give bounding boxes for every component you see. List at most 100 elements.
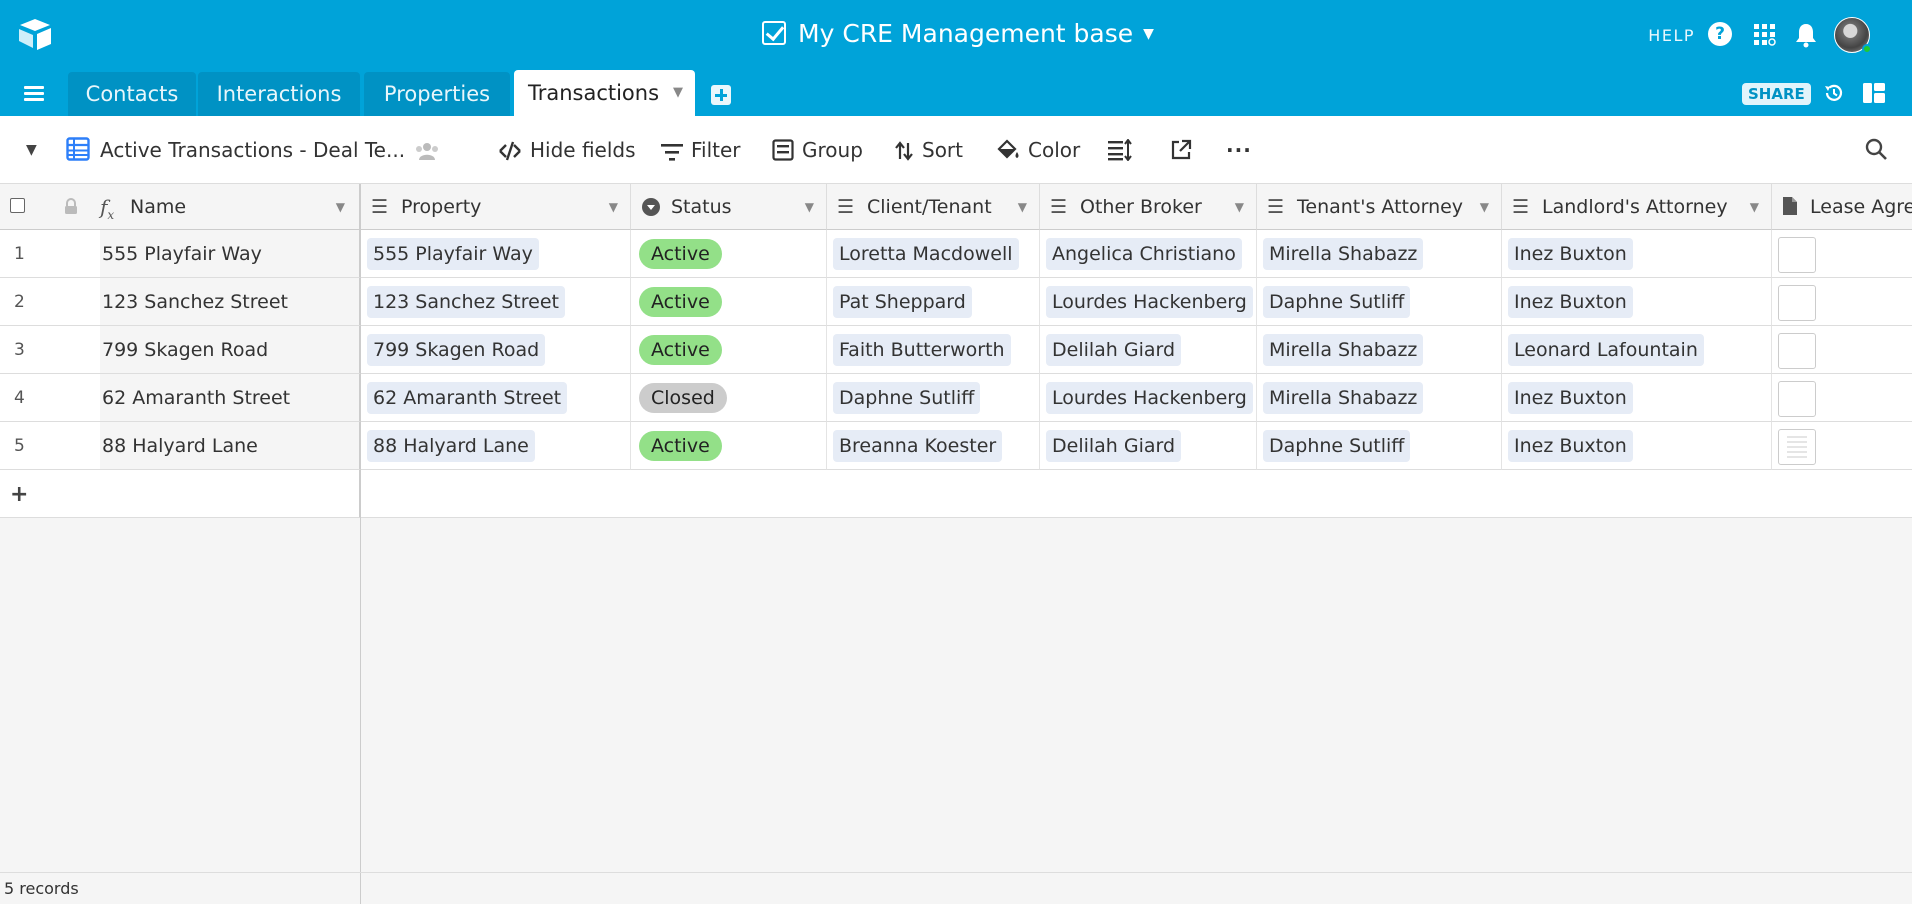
other-broker-cell[interactable]: Delilah Giard bbox=[1040, 326, 1257, 374]
linked-record-chip[interactable]: 123 Sanchez Street bbox=[367, 286, 565, 318]
header-landlords-attorney-column[interactable]: ☰ Landlord's Attorney ▼ bbox=[1502, 184, 1772, 230]
header-other-broker-column[interactable]: ☰ Other Broker ▼ bbox=[1040, 184, 1257, 230]
tenants-attorney-cell[interactable]: Mirella Shabazz bbox=[1257, 326, 1502, 374]
linked-record-chip[interactable]: Delilah Giard bbox=[1046, 334, 1182, 366]
chevron-down-icon[interactable]: ▼ bbox=[1018, 184, 1027, 229]
linked-record-chip[interactable]: Leonard Lafountain bbox=[1508, 334, 1704, 366]
linked-record-chip[interactable]: 62 Amaranth Street bbox=[367, 382, 568, 414]
chevron-down-icon[interactable]: ▼ bbox=[1750, 184, 1759, 229]
client-tenant-cell[interactable]: Breanna Koester bbox=[827, 422, 1040, 470]
status-cell[interactable]: Active bbox=[631, 230, 827, 278]
linked-record-chip[interactable]: 88 Halyard Lane bbox=[367, 430, 535, 462]
hide-fields-button[interactable]: Hide fields bbox=[498, 116, 636, 184]
status-cell[interactable]: Closed bbox=[631, 374, 827, 422]
hamburger-menu-icon[interactable] bbox=[24, 86, 44, 101]
name-cell[interactable]: 555 Playfair Way bbox=[0, 230, 361, 278]
linked-record-chip[interactable]: Inez Buxton bbox=[1508, 430, 1633, 462]
other-broker-cell[interactable]: Lourdes Hackenberg bbox=[1040, 374, 1257, 422]
share-button[interactable]: SHARE bbox=[1742, 83, 1811, 105]
landlords-attorney-cell[interactable]: Leonard Lafountain bbox=[1502, 326, 1772, 374]
linked-record-chip[interactable]: Mirella Shabazz bbox=[1263, 334, 1424, 366]
tenants-attorney-cell[interactable]: Daphne Sutliff bbox=[1257, 278, 1502, 326]
tab-contacts[interactable]: Contacts bbox=[68, 72, 196, 116]
lease-agreement-cell[interactable] bbox=[1772, 230, 1916, 278]
attachment-thumbnail[interactable] bbox=[1778, 237, 1816, 273]
property-cell[interactable]: 62 Amaranth Street bbox=[361, 374, 631, 422]
status-cell[interactable]: Active bbox=[631, 326, 827, 374]
property-cell[interactable]: 88 Halyard Lane bbox=[361, 422, 631, 470]
tenants-attorney-cell[interactable]: Mirella Shabazz bbox=[1257, 374, 1502, 422]
view-switcher-chevron-icon[interactable]: ▼ bbox=[26, 116, 37, 184]
tenants-attorney-cell[interactable]: Daphne Sutliff bbox=[1257, 422, 1502, 470]
chevron-down-icon[interactable]: ▼ bbox=[805, 184, 814, 229]
landlords-attorney-cell[interactable]: Inez Buxton bbox=[1502, 422, 1772, 470]
header-lease-agreement-column[interactable]: Lease Agree bbox=[1772, 184, 1916, 230]
linked-record-chip[interactable]: Daphne Sutliff bbox=[1263, 286, 1411, 318]
row-height-button[interactable] bbox=[1108, 116, 1132, 184]
document-thumbnail[interactable] bbox=[1778, 429, 1816, 465]
linked-record-chip[interactable]: Inez Buxton bbox=[1508, 382, 1633, 414]
header-tenants-attorney-column[interactable]: ☰ Tenant's Attorney ▼ bbox=[1257, 184, 1502, 230]
lease-agreement-cell[interactable] bbox=[1772, 422, 1916, 470]
linked-record-chip[interactable]: Angelica Christiano bbox=[1046, 238, 1242, 270]
chevron-down-icon[interactable]: ▼ bbox=[609, 184, 618, 229]
property-cell[interactable]: 123 Sanchez Street bbox=[361, 278, 631, 326]
add-table-icon[interactable] bbox=[711, 85, 731, 105]
linked-record-chip[interactable]: Daphne Sutliff bbox=[833, 382, 981, 414]
linked-record-chip[interactable]: Daphne Sutliff bbox=[1263, 430, 1411, 462]
other-broker-cell[interactable]: Lourdes Hackenberg bbox=[1040, 278, 1257, 326]
client-tenant-cell[interactable]: Loretta Macdowell bbox=[827, 230, 1040, 278]
tab-transactions[interactable]: Transactions ▼ bbox=[514, 70, 695, 116]
share-view-button[interactable] bbox=[1170, 116, 1192, 184]
color-button[interactable]: Color bbox=[996, 116, 1080, 184]
apps-search-icon[interactable] bbox=[1754, 24, 1776, 46]
status-cell[interactable]: Active bbox=[631, 278, 827, 326]
help-link[interactable]: HELP bbox=[1648, 26, 1695, 45]
linked-record-chip[interactable]: Breanna Koester bbox=[833, 430, 1003, 462]
linked-record-chip[interactable]: Mirella Shabazz bbox=[1263, 238, 1424, 270]
more-options-button[interactable]: ··· bbox=[1226, 116, 1252, 184]
attachment-thumbnail[interactable] bbox=[1778, 333, 1816, 369]
linked-record-chip[interactable]: Inez Buxton bbox=[1508, 238, 1633, 270]
other-broker-cell[interactable]: Delilah Giard bbox=[1040, 422, 1257, 470]
lease-agreement-cell[interactable] bbox=[1772, 374, 1916, 422]
group-button[interactable]: Group bbox=[772, 116, 863, 184]
client-tenant-cell[interactable]: Daphne Sutliff bbox=[827, 374, 1040, 422]
tab-properties[interactable]: Properties bbox=[364, 72, 510, 116]
select-all-checkbox[interactable] bbox=[10, 198, 25, 213]
search-button[interactable] bbox=[1864, 116, 1888, 184]
sort-button[interactable]: Sort bbox=[894, 116, 963, 184]
chevron-down-icon[interactable]: ▼ bbox=[1235, 184, 1244, 229]
attachment-thumbnail[interactable] bbox=[1778, 285, 1816, 321]
chevron-down-icon[interactable]: ▼ bbox=[673, 70, 683, 116]
name-cell[interactable]: 62 Amaranth Street bbox=[0, 374, 361, 422]
linked-record-chip[interactable]: Pat Sheppard bbox=[833, 286, 972, 318]
linked-record-chip[interactable]: Loretta Macdowell bbox=[833, 238, 1019, 270]
chevron-down-icon[interactable]: ▼ bbox=[336, 184, 345, 229]
header-client-tenant-column[interactable]: ☰ Client/Tenant ▼ bbox=[827, 184, 1040, 230]
blocks-icon[interactable] bbox=[1862, 82, 1886, 104]
other-broker-cell[interactable]: Angelica Christiano bbox=[1040, 230, 1257, 278]
tab-interactions[interactable]: Interactions bbox=[198, 72, 360, 116]
linked-record-chip[interactable]: Inez Buxton bbox=[1508, 286, 1633, 318]
chevron-down-icon[interactable]: ▼ bbox=[1480, 184, 1489, 229]
name-cell[interactable]: 88 Halyard Lane bbox=[0, 422, 361, 470]
help-icon[interactable]: ? bbox=[1708, 22, 1732, 46]
linked-record-chip[interactable]: 555 Playfair Way bbox=[367, 238, 539, 270]
linked-record-chip[interactable]: Faith Butterworth bbox=[833, 334, 1011, 366]
client-tenant-cell[interactable]: Pat Sheppard bbox=[827, 278, 1040, 326]
name-cell[interactable]: 123 Sanchez Street bbox=[0, 278, 361, 326]
header-status-column[interactable]: Status ▼ bbox=[631, 184, 827, 230]
tenants-attorney-cell[interactable]: Mirella Shabazz bbox=[1257, 230, 1502, 278]
base-title[interactable]: My CRE Management base ▼ bbox=[0, 19, 1916, 48]
add-record-row-extension[interactable] bbox=[361, 470, 1916, 518]
filter-button[interactable]: Filter bbox=[661, 116, 741, 184]
linked-record-chip[interactable]: 799 Skagen Road bbox=[367, 334, 546, 366]
landlords-attorney-cell[interactable]: Inez Buxton bbox=[1502, 230, 1772, 278]
lease-agreement-cell[interactable] bbox=[1772, 326, 1916, 374]
landlords-attorney-cell[interactable]: Inez Buxton bbox=[1502, 374, 1772, 422]
linked-record-chip[interactable]: Lourdes Hackenberg bbox=[1046, 382, 1253, 414]
header-property-column[interactable]: ☰ Property ▼ bbox=[361, 184, 631, 230]
history-icon[interactable] bbox=[1823, 82, 1845, 104]
linked-record-chip[interactable]: Lourdes Hackenberg bbox=[1046, 286, 1253, 318]
